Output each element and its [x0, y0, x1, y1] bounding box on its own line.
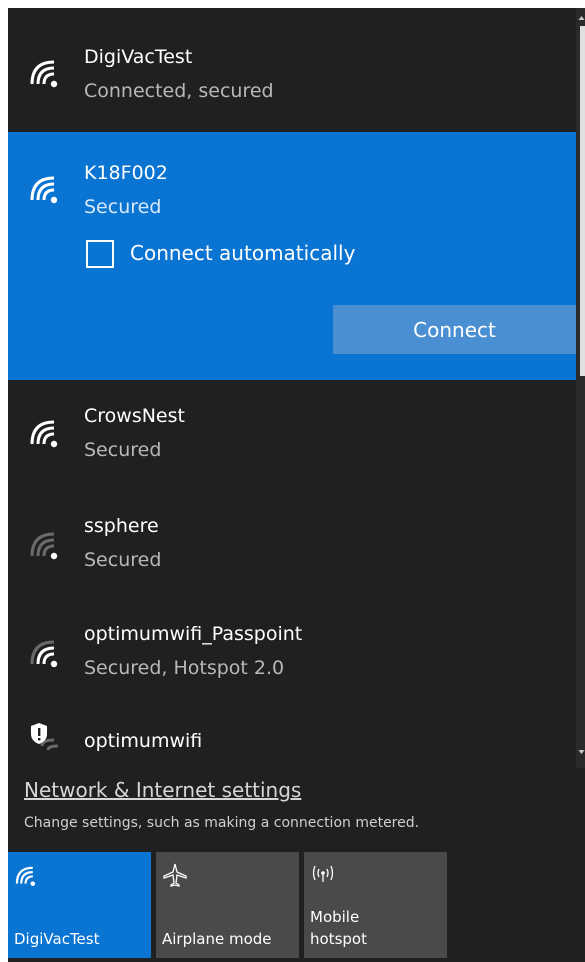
airplane-icon: [163, 863, 187, 887]
airplane-mode-label: Airplane mode: [162, 930, 272, 948]
connect-button-label: Connect: [413, 317, 496, 342]
settings-description: Change settings, such as making a connec…: [24, 815, 420, 831]
mobile-hotspot-label-line1: Mobile: [310, 908, 360, 926]
network-ssid: CrowsNest: [84, 405, 185, 427]
network-ssid: ssphere: [84, 515, 159, 537]
wifi-signal-icon: [30, 176, 58, 204]
network-ssid: optimumwifi_Passpoint: [84, 623, 303, 645]
mobile-hotspot-label-line2: hotspot: [310, 930, 367, 948]
wifi-signal-icon: [30, 60, 58, 88]
wifi-medium-signal-icon: [30, 640, 58, 668]
network-ssid: DigiVacTest: [84, 46, 193, 68]
connect-button[interactable]: Connect: [333, 305, 576, 354]
network-internet-settings-link[interactable]: Network & Internet settings: [24, 778, 301, 802]
wifi-tile-label: DigiVacTest: [14, 930, 100, 948]
network-item-k18f002-selected[interactable]: K18F002 Secured Connect automatically Co…: [8, 132, 576, 380]
scrollbar-thumb[interactable]: [580, 26, 585, 376]
wifi-network-list: DigiVacTest Connected, secured K18F002 S…: [8, 8, 585, 768]
network-status: Secured: [84, 439, 162, 461]
network-item-ssphere[interactable]: ssphere Secured: [8, 490, 576, 598]
network-status: Connected, secured: [84, 80, 274, 102]
wifi-quick-action-tile[interactable]: DigiVacTest: [8, 852, 151, 958]
network-status: Secured, Hotspot 2.0: [84, 657, 285, 679]
connect-automatically-label[interactable]: Connect automatically: [130, 241, 355, 265]
network-status: Secured: [84, 196, 162, 218]
network-item-optimumwifi-passpoint[interactable]: optimumwifi_Passpoint Secured, Hotspot 2…: [8, 598, 576, 706]
connect-automatically-checkbox[interactable]: [86, 240, 114, 268]
airplane-mode-tile[interactable]: Airplane mode: [156, 852, 299, 958]
scroll-down-arrow-icon[interactable]: [578, 748, 585, 756]
network-status: Secured: [84, 549, 162, 571]
wifi-signal-icon: [30, 420, 58, 448]
mobile-hotspot-tile[interactable]: Mobile hotspot: [304, 852, 447, 958]
network-item-digivactest[interactable]: DigiVacTest Connected, secured: [8, 8, 576, 132]
wifi-weak-signal-icon: [30, 532, 58, 560]
network-flyout: DigiVacTest Connected, secured K18F002 S…: [8, 8, 585, 962]
wifi-icon: [15, 866, 36, 886]
network-item-crowsnest[interactable]: CrowsNest Secured: [8, 380, 576, 490]
network-ssid: K18F002: [84, 162, 168, 184]
scroll-up-arrow-icon[interactable]: [578, 14, 585, 22]
network-item-optimumwifi[interactable]: optimumwifi: [8, 706, 576, 768]
open-network-warning-icon: [31, 723, 59, 751]
network-ssid: optimumwifi: [84, 730, 203, 752]
mobile-hotspot-icon: [312, 865, 334, 882]
